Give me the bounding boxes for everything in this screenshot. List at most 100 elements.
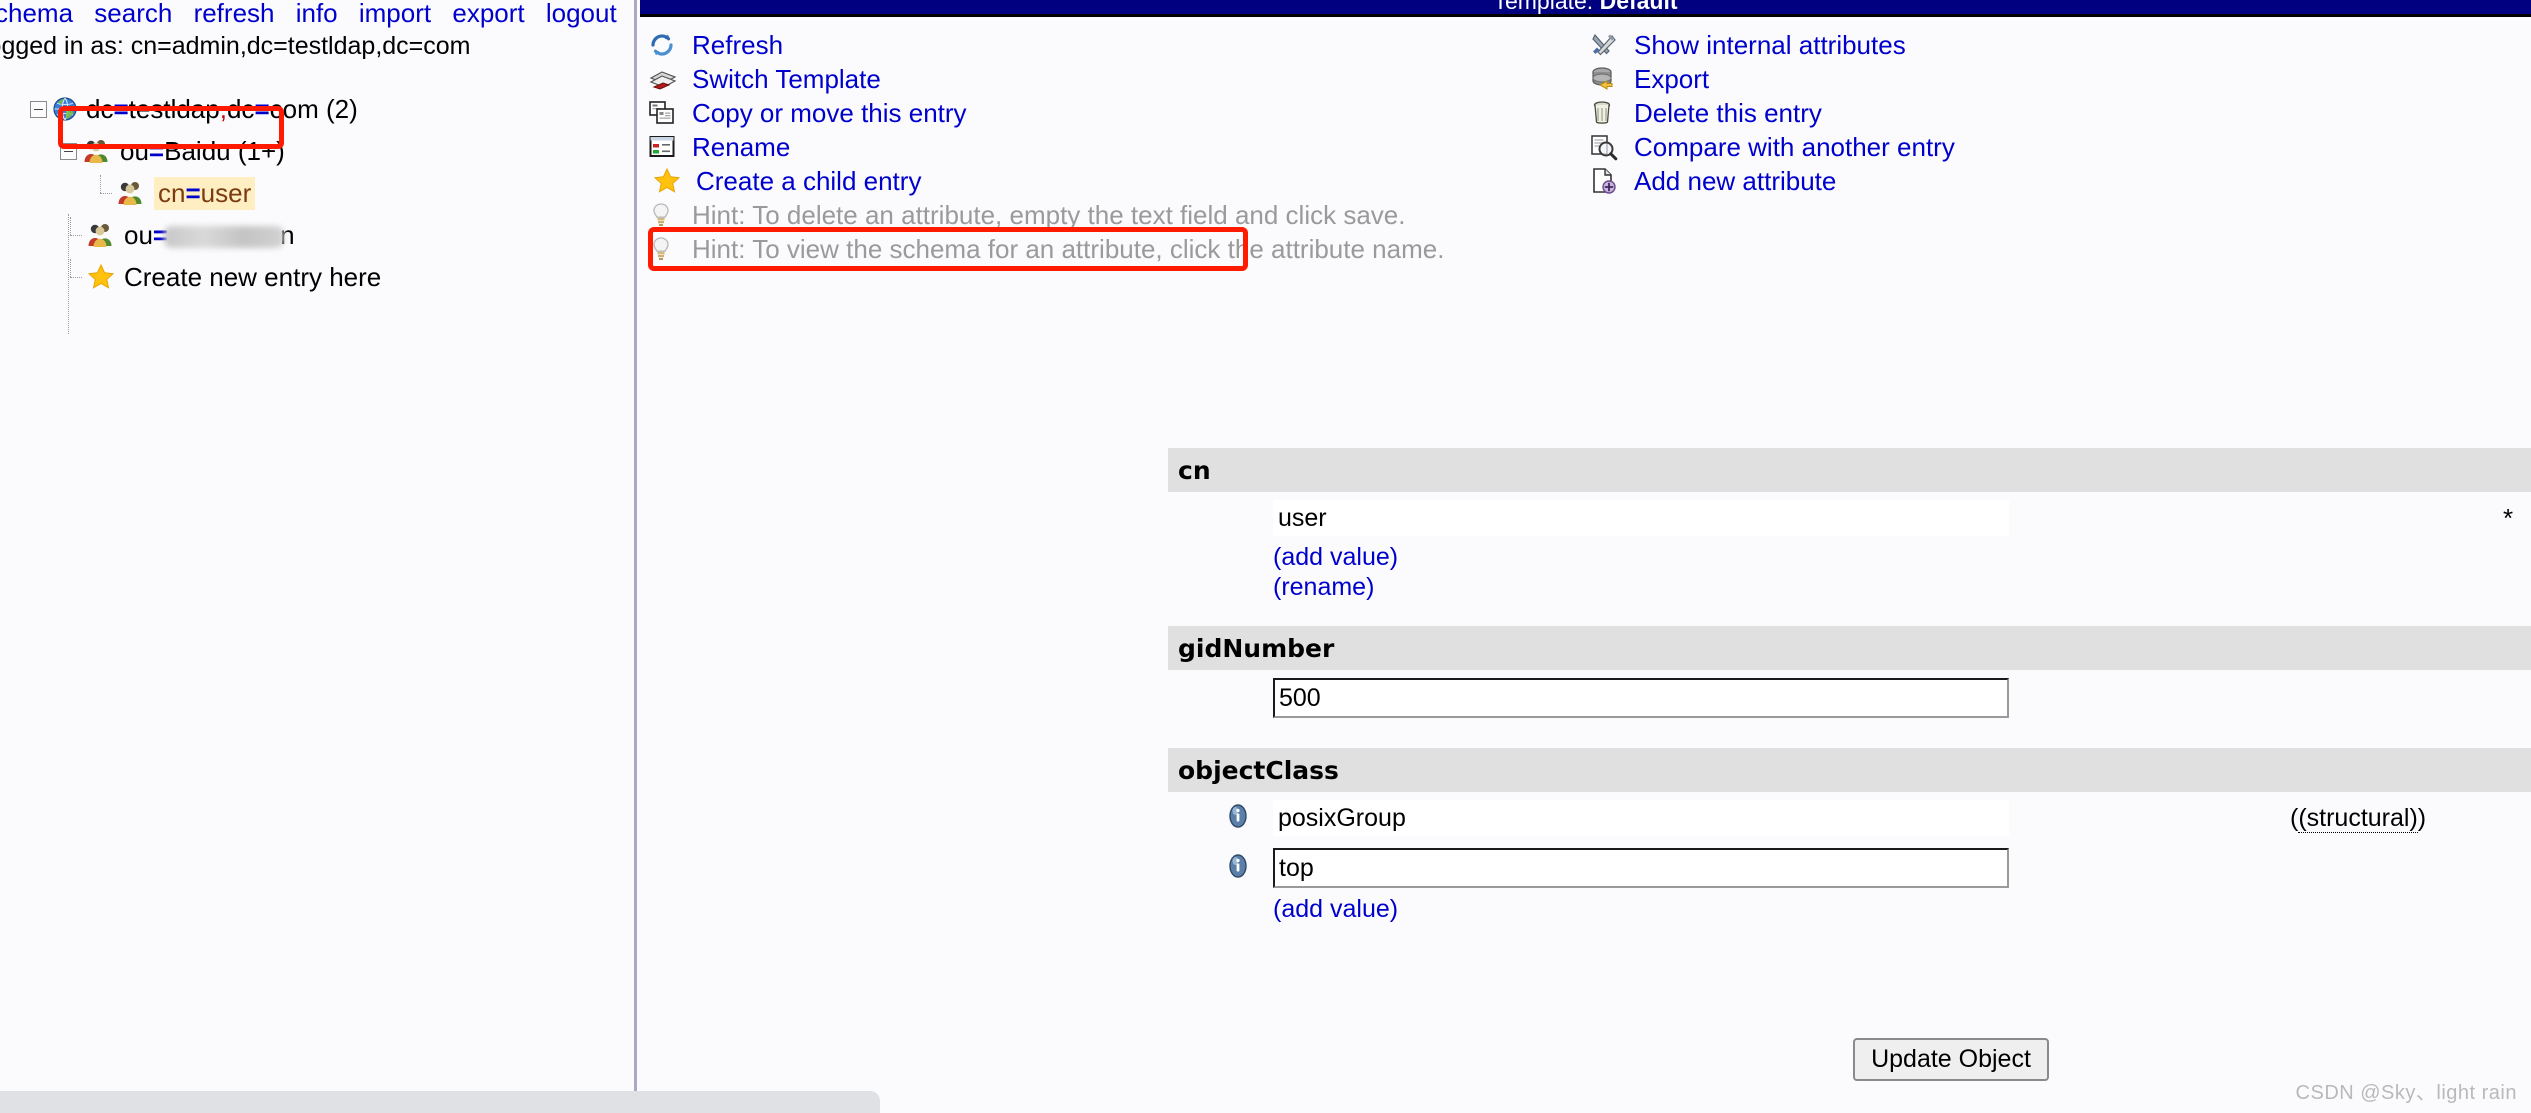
gidnumber-value-input[interactable]: [1273, 678, 2009, 718]
info-icon-cell: [1168, 803, 1273, 834]
action-compare-entry[interactable]: Compare with another entry: [1590, 130, 2490, 164]
tree-node-ou-baidu-label: ou=Baidu (1+): [120, 135, 285, 166]
action-add-attribute[interactable]: Add new attribute: [1590, 164, 2490, 198]
browser-status-bar: [0, 1091, 880, 1113]
rename-icon: [648, 133, 678, 161]
tree-connector-icon: [62, 216, 84, 244]
add-attribute-icon: [1590, 167, 1620, 195]
tree-toggle-ou-baidu-icon[interactable]: [60, 142, 77, 160]
star-icon: [652, 167, 682, 195]
action-switch-template-label[interactable]: Switch Template: [692, 64, 881, 95]
attribute-header-gidnumber: gidNumber required: [1168, 626, 2531, 670]
hint-view-schema-text: Hint: To view the schema for an attribut…: [692, 233, 1445, 264]
attribute-name-objectclass[interactable]: objectClass: [1178, 756, 1339, 785]
ldap-tree: dc=testldap,dc=com (2) ou=Baidu (1+) cn=…: [30, 88, 381, 334]
tools-icon: [1590, 31, 1620, 59]
objectclass-add-value-link[interactable]: (add value): [1273, 894, 2531, 924]
action-export[interactable]: Export: [1590, 62, 2490, 96]
redacted-text: [164, 225, 285, 248]
nav-refresh[interactable]: refresh: [194, 0, 275, 28]
attribute-body-objectclass: posixGroup ((structural)) top (add value…: [1168, 792, 2531, 934]
tree-toggle-root-icon[interactable]: [30, 100, 47, 118]
people-icon: [86, 222, 116, 248]
action-create-child-label[interactable]: Create a child entry: [696, 166, 921, 197]
nav-import[interactable]: import: [359, 0, 431, 28]
action-switch-template[interactable]: Switch Template: [648, 62, 1428, 96]
tree-vertical-connector: [68, 214, 69, 334]
attribute-header-objectclass: objectClass required: [1168, 748, 2531, 792]
cn-value-input[interactable]: [1273, 500, 2009, 536]
tree-connector-icon: [92, 174, 114, 202]
structural-note: ((structural)): [2290, 803, 2427, 833]
tree-node-ou-baidu[interactable]: ou=Baidu (1+): [30, 130, 381, 172]
logged-in-status: logged in as: cn=admin,dc=testldap,dc=co…: [0, 32, 471, 60]
nav-export[interactable]: export: [452, 0, 524, 28]
nav-info[interactable]: info: [296, 0, 338, 28]
compare-icon: [1590, 133, 1620, 161]
attribute-value-row-posixgroup: posixGroup ((structural)): [1168, 800, 2531, 836]
watermark: CSDN @Sky、light rain: [2295, 1082, 2517, 1104]
attribute-name-gidnumber[interactable]: gidNumber: [1178, 634, 1334, 663]
attribute-form: cn required, rdn * (add value) (rename): [1168, 448, 2531, 934]
action-compare-entry-label[interactable]: Compare with another entry: [1634, 132, 1955, 163]
attribute-value-row-gidnumber: [1168, 678, 2531, 718]
action-delete-entry-label[interactable]: Delete this entry: [1634, 98, 1822, 129]
attribute-body-cn: * (add value) (rename): [1168, 492, 2531, 612]
tree-connector-icon: [62, 258, 84, 286]
people-icon: [116, 180, 146, 206]
tree-node-cn-user[interactable]: cn=user: [32, 172, 381, 214]
hint-view-schema: Hint: To view the schema for an attribut…: [648, 232, 1444, 266]
action-add-attribute-label[interactable]: Add new attribute: [1634, 166, 1836, 197]
info-icon[interactable]: [1225, 853, 1251, 879]
action-copy-move[interactable]: Copy or move this entry: [648, 96, 1428, 130]
cn-add-value-link[interactable]: (add value): [1273, 542, 2531, 572]
attribute-block-cn: cn required, rdn * (add value) (rename): [1168, 448, 2531, 612]
cn-rename-link[interactable]: (rename): [1273, 572, 2531, 602]
right-panel: Template: Default Refresh Switch Templat…: [640, 0, 2531, 1113]
info-icon[interactable]: [1225, 803, 1251, 829]
attribute-block-gidnumber: gidNumber required: [1168, 626, 2531, 734]
hint-delete-attribute: Hint: To delete an attribute, empty the …: [648, 198, 1428, 232]
globe-icon: [52, 96, 78, 122]
nav-schema[interactable]: schema: [0, 0, 73, 28]
objectclass-top-input[interactable]: [1273, 848, 2009, 888]
left-panel: schema search refresh info import export…: [0, 0, 637, 1113]
nav-search[interactable]: search: [94, 0, 172, 28]
hint-delete-attribute-text: Hint: To delete an attribute, empty the …: [692, 199, 1406, 230]
action-refresh[interactable]: Refresh: [648, 28, 1428, 62]
trash-icon: [1590, 99, 1620, 127]
action-show-internal-attributes-label[interactable]: Show internal attributes: [1634, 30, 1906, 61]
action-create-child[interactable]: Create a child entry: [648, 164, 1428, 198]
required-star: *: [2503, 502, 2514, 533]
action-export-label[interactable]: Export: [1634, 64, 1709, 95]
action-delete-entry[interactable]: Delete this entry: [1590, 96, 2490, 130]
switch-template-icon: [648, 65, 678, 93]
attribute-value-row-top: [1168, 848, 2531, 888]
lightbulb-icon: [648, 235, 678, 263]
action-refresh-label[interactable]: Refresh: [692, 30, 783, 61]
attribute-value-row-cn: *: [1168, 500, 2531, 536]
tree-node-ou-redacted-label: ou= n: [124, 219, 295, 250]
tree-node-root[interactable]: dc=testldap,dc=com (2): [30, 88, 381, 130]
action-show-internal-attributes[interactable]: Show internal attributes: [1590, 28, 2490, 62]
refresh-icon: [648, 31, 678, 59]
tree-node-create-new-entry[interactable]: Create new entry here: [32, 256, 381, 298]
people-icon: [82, 138, 112, 164]
app-root: schema search refresh info import export…: [0, 0, 2531, 1113]
action-rename[interactable]: Rename: [648, 130, 1428, 164]
attribute-name-cn[interactable]: cn: [1178, 456, 1211, 485]
form-submit-area: Update Object: [1168, 1038, 2531, 1081]
update-object-button[interactable]: Update Object: [1853, 1038, 2049, 1081]
attribute-block-objectclass: objectClass required: [1168, 748, 2531, 934]
posixgroup-value: posixGroup: [1273, 800, 2009, 836]
action-rename-label[interactable]: Rename: [692, 132, 790, 163]
template-titlebar: Template: Default: [640, 0, 2531, 17]
copy-move-icon: [648, 99, 678, 127]
template-label: Template:: [1493, 0, 1600, 14]
action-copy-move-label[interactable]: Copy or move this entry: [692, 98, 967, 129]
entry-actions-right: Show internal attributes Export Delete t…: [1590, 28, 2490, 198]
tree-node-ou-redacted[interactable]: ou= n: [32, 214, 381, 256]
nav-logout[interactable]: logout: [546, 0, 617, 28]
top-navigation: schema search refresh info import export…: [0, 0, 634, 29]
